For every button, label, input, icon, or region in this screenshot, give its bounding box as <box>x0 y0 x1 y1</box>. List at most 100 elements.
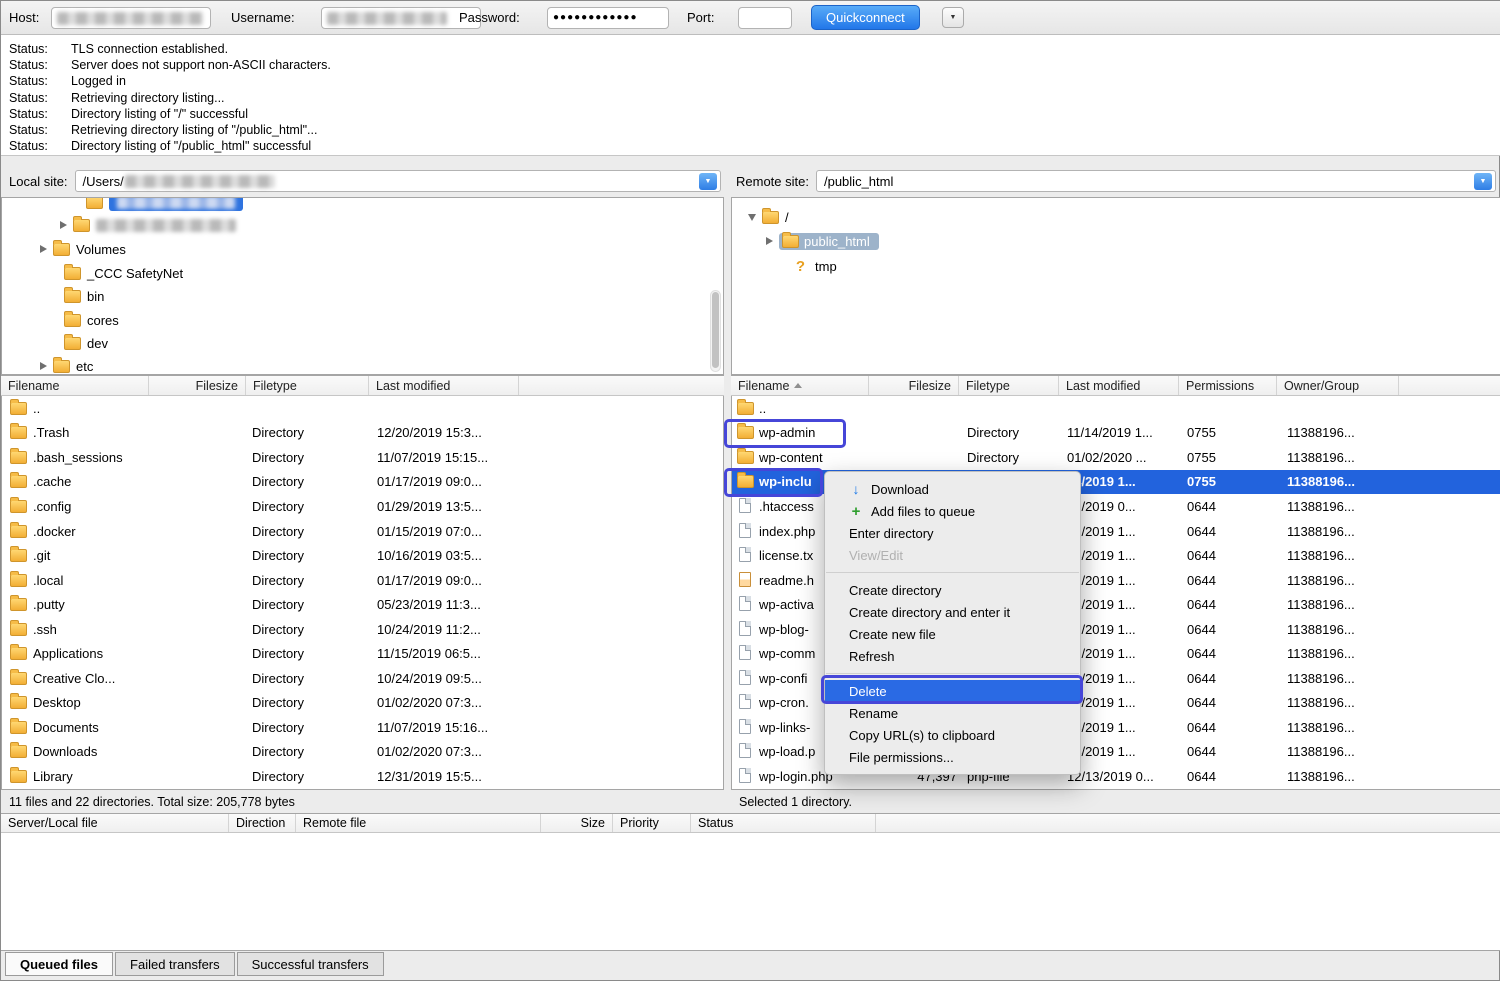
menu-item-create-directory[interactable]: Create directory <box>825 579 1080 601</box>
transfer-queue-body[interactable] <box>1 833 1500 951</box>
tree-item-redacted[interactable] <box>60 214 236 236</box>
file-row[interactable]: Creative Clo... Directory 10/24/2019 09:… <box>2 666 723 691</box>
column-header-size[interactable]: Size <box>541 814 613 832</box>
tree-item-bin[interactable]: bin <box>64 285 104 307</box>
column-header-owner-group[interactable]: Owner/Group <box>1277 376 1399 395</box>
local-directory-tree[interactable]: Volumes _CCC SafetyNet bin cores dev etc <box>1 197 724 375</box>
column-header-filename[interactable]: Filename <box>1 376 149 395</box>
add-to-queue-icon: + <box>847 503 865 520</box>
tree-item-dev[interactable]: dev <box>64 332 108 354</box>
file-row[interactable]: .ssh Directory 10/24/2019 11:2... <box>2 617 723 642</box>
file-icon <box>739 768 751 783</box>
file-row[interactable]: .. <box>2 396 723 421</box>
file-modified: 01/02/2020 07:3... <box>377 691 482 716</box>
menu-item-copy-urls[interactable]: Copy URL(s) to clipboard <box>825 724 1080 746</box>
local-file-list[interactable]: .. .Trash Directory 12/20/2019 15:3... .… <box>1 396 724 789</box>
expand-arrow-icon[interactable] <box>40 245 47 253</box>
remote-path-dropdown-button[interactable]: ▼ <box>1474 173 1492 190</box>
file-type: Directory <box>967 445 1019 470</box>
menu-item-rename[interactable]: Rename <box>825 702 1080 724</box>
column-header-status[interactable]: Status <box>691 814 876 832</box>
menu-item-refresh[interactable]: Refresh <box>825 645 1080 667</box>
menu-item-create-directory-and-enter[interactable]: Create directory and enter it <box>825 601 1080 623</box>
column-header-remote-file[interactable]: Remote file <box>296 814 541 832</box>
menu-item-create-new-file[interactable]: Create new file <box>825 623 1080 645</box>
host-input[interactable] <box>51 7 211 29</box>
column-header-last-modified[interactable]: Last modified <box>369 376 519 395</box>
local-site-path-input[interactable]: /Users/ ▼ <box>75 170 721 192</box>
menu-item-delete[interactable]: Delete <box>825 680 1080 702</box>
remote-directory-tree[interactable]: / public_html ? tmp <box>731 197 1500 375</box>
file-row[interactable]: Applications Directory 11/15/2019 06:5..… <box>2 641 723 666</box>
tree-item-redacted-selected[interactable] <box>86 197 243 213</box>
file-name: wp-comm <box>759 641 815 666</box>
file-permissions: 0644 <box>1187 592 1216 617</box>
column-header-server-local-file[interactable]: Server/Local file <box>1 814 229 832</box>
column-header-filesize[interactable]: Filesize <box>869 376 959 395</box>
file-row[interactable]: Library Directory 12/31/2019 15:5... <box>2 764 723 789</box>
tree-item-ccc-safetynet[interactable]: _CCC SafetyNet <box>64 262 183 284</box>
column-header-direction[interactable]: Direction <box>229 814 296 832</box>
column-header-last-modified[interactable]: Last modified <box>1059 376 1179 395</box>
file-row[interactable]: wp-admin Directory 11/14/2019 1... 0755 … <box>732 421 1500 446</box>
file-owner-group: 11388196... <box>1287 568 1355 593</box>
collapse-arrow-icon[interactable] <box>748 214 756 221</box>
file-row[interactable]: .. <box>732 396 1500 421</box>
file-row[interactable]: .git Directory 10/16/2019 03:5... <box>2 543 723 568</box>
scrollbar-thumb[interactable] <box>712 292 719 368</box>
file-name: wp-cron. <box>759 691 809 716</box>
menu-item-file-permissions[interactable]: File permissions... <box>825 746 1080 768</box>
menu-item-download[interactable]: ↓ Download <box>825 478 1080 500</box>
file-row[interactable]: .config Directory 01/29/2019 13:5... <box>2 494 723 519</box>
tree-item-label: cores <box>87 313 119 328</box>
file-row[interactable]: .cache Directory 01/17/2019 09:0... <box>2 470 723 495</box>
quickconnect-button[interactable]: Quickconnect <box>811 5 920 30</box>
file-name: index.php <box>759 519 815 544</box>
column-header-filename[interactable]: Filename <box>731 376 869 395</box>
column-header-filetype[interactable]: Filetype <box>959 376 1059 395</box>
menu-item-add-files-to-queue[interactable]: + Add files to queue <box>825 500 1080 522</box>
expand-arrow-icon[interactable] <box>60 221 67 229</box>
file-row[interactable]: .docker Directory 01/15/2019 07:0... <box>2 519 723 544</box>
remote-site-path-input[interactable]: /public_html ▼ <box>816 170 1496 192</box>
menu-item-enter-directory[interactable]: Enter directory <box>825 522 1080 544</box>
file-type: Directory <box>252 740 304 765</box>
file-row[interactable]: .local Directory 01/17/2019 09:0... <box>2 568 723 593</box>
file-type: Directory <box>252 421 304 446</box>
tree-item-label: bin <box>87 289 104 304</box>
tree-item-cores[interactable]: cores <box>64 309 119 331</box>
file-row[interactable]: .Trash Directory 12/20/2019 15:3... <box>2 421 723 446</box>
local-path-dropdown-button[interactable]: ▼ <box>699 173 717 190</box>
local-tree-scrollbar[interactable] <box>710 290 721 372</box>
tab-queued-files[interactable]: Queued files <box>5 952 113 976</box>
quickconnect-dropdown-button[interactable]: ▼ <box>942 7 964 28</box>
file-row[interactable]: .bash_sessions Directory 11/07/2019 15:1… <box>2 445 723 470</box>
file-row[interactable]: Desktop Directory 01/02/2020 07:3... <box>2 691 723 716</box>
column-header-filetype[interactable]: Filetype <box>246 376 369 395</box>
username-input[interactable] <box>321 7 481 29</box>
tree-item-etc[interactable]: etc <box>40 355 93 375</box>
file-type: Directory <box>252 764 304 789</box>
tree-item-root[interactable]: / <box>748 206 789 228</box>
file-row[interactable]: Downloads Directory 01/02/2020 07:3... <box>2 740 723 765</box>
folder-icon <box>782 235 799 248</box>
chevron-down-icon: ▼ <box>705 178 712 185</box>
expand-arrow-icon[interactable] <box>40 362 47 370</box>
status-line-label: Status: <box>1 122 71 138</box>
column-header-priority[interactable]: Priority <box>613 814 691 832</box>
tab-successful-transfers[interactable]: Successful transfers <box>237 952 384 976</box>
tab-failed-transfers[interactable]: Failed transfers <box>115 952 235 976</box>
tree-item-tmp[interactable]: ? tmp <box>792 255 837 277</box>
password-input[interactable]: ●●●●●●●●●●●● <box>547 7 669 29</box>
port-input[interactable] <box>738 7 792 29</box>
tree-item-volumes[interactable]: Volumes <box>40 238 126 260</box>
tree-item-public-html[interactable]: public_html <box>766 230 879 252</box>
file-row[interactable]: wp-content Directory 01/02/2020 ... 0755… <box>732 445 1500 470</box>
file-owner-group: 11388196... <box>1287 691 1355 716</box>
file-row[interactable]: Documents Directory 11/07/2019 15:16... <box>2 715 723 740</box>
expand-arrow-icon[interactable] <box>766 237 773 245</box>
file-row[interactable]: .putty Directory 05/23/2019 11:3... <box>2 592 723 617</box>
file-modified: 01/17/2019 09:0... <box>377 568 482 593</box>
column-header-permissions[interactable]: Permissions <box>1179 376 1277 395</box>
column-header-filesize[interactable]: Filesize <box>149 376 246 395</box>
